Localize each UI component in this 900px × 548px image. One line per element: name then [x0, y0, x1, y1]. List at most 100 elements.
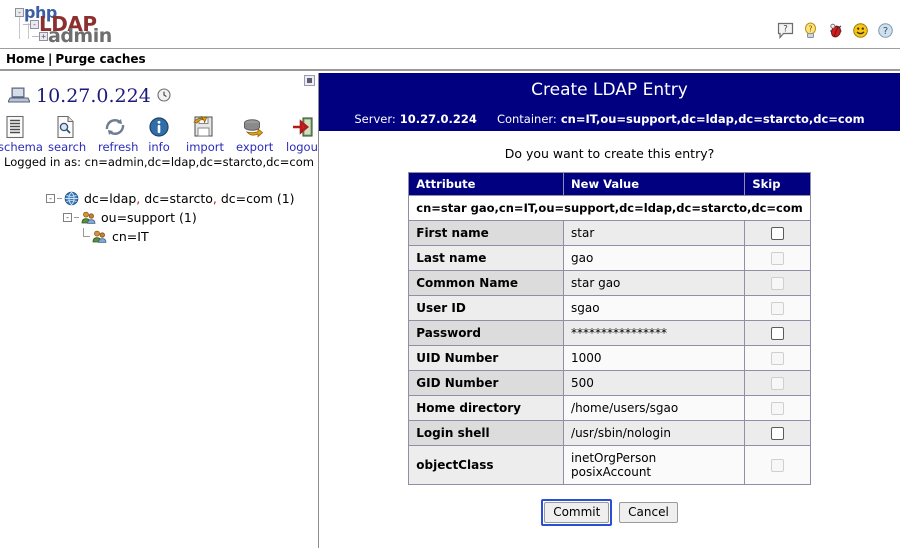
skip-checkbox[interactable] [771, 227, 785, 240]
skip-cell [744, 345, 811, 371]
toolbar-search-label: search [48, 140, 87, 154]
server-container-bar: Server: 10.27.0.224 Container: cn=IT,ou=… [319, 108, 900, 131]
toolbar-export-label: export [236, 140, 274, 154]
skip-cell [744, 395, 811, 421]
breadcrumb: Home | Purge caches [0, 49, 900, 71]
schema-document-icon [0, 114, 32, 139]
server-name-label: 10.27.0.224 [36, 85, 151, 107]
toolbar-schema-button[interactable]: schema [0, 114, 43, 154]
import-floppy-icon [186, 114, 220, 139]
sidebar-toolbar: schema search refresh info import export… [0, 114, 318, 154]
attribute-value-cell: /usr/sbin/nologin [563, 420, 746, 446]
skip-cell [744, 245, 811, 271]
table-row: GID Number 500 [408, 370, 811, 396]
table-row: Password **************** [408, 320, 811, 346]
logo-stem-2 [32, 35, 39, 37]
skip-cell [744, 420, 811, 446]
tree-node-ou-support[interactable]: - ou=support (1) [46, 208, 318, 227]
users-group-icon [92, 229, 107, 244]
entry-attributes-table: Attribute New Value Skip cn=star gao,cn=… [408, 172, 811, 485]
tree-node-cn-label: cn=IT [112, 229, 149, 244]
table-row: Login shell/usr/sbin/nologin [408, 420, 811, 446]
skip-cell [744, 370, 811, 396]
skip-checkbox [771, 252, 785, 265]
toolbar-refresh-button[interactable]: refresh [98, 114, 139, 154]
tree-expander-root-icon[interactable]: - [46, 194, 55, 203]
logo-line-admin: + admin [32, 25, 112, 47]
toolbar-search-button[interactable]: search [48, 114, 87, 154]
container-label: Container: [496, 112, 557, 126]
about-question-icon[interactable]: ? [877, 22, 894, 39]
tree-connector-cn [80, 228, 91, 241]
skip-checkbox [771, 277, 785, 290]
attribute-name-cell: GID Number [408, 370, 565, 396]
attribute-value-cell: star gao [563, 270, 746, 296]
attribute-value-cell: **************** [563, 320, 746, 346]
attribute-name-cell: objectClass [408, 445, 565, 485]
table-row: Last name gao [408, 245, 811, 271]
attribute-value-cell: star [563, 220, 746, 246]
breadcrumb-purge-caches-link[interactable]: Purge caches [55, 52, 145, 66]
toolbar-import-button[interactable]: import [186, 114, 224, 154]
attribute-name-cell: Last name [408, 245, 565, 271]
globe-icon [64, 191, 79, 206]
toolbar-schema-label: schema [0, 140, 43, 154]
smiley-face-icon[interactable] [852, 22, 869, 39]
skip-checkbox[interactable] [771, 427, 785, 440]
logo-stem-1 [23, 23, 30, 25]
tree-connector-root [57, 198, 62, 199]
breadcrumb-home-link[interactable]: Home [6, 52, 45, 66]
skip-cell [744, 295, 811, 321]
app-header: - php - LDAP + admin ? ? ? [0, 0, 900, 49]
svg-text:?: ? [783, 25, 788, 35]
table-row: First name star [408, 220, 811, 246]
logo-text-admin: admin [48, 25, 112, 47]
skip-checkbox [771, 459, 785, 472]
attribute-name-cell: First name [408, 220, 565, 246]
attribute-value-cell: 500 [563, 370, 746, 396]
header-icon-bar: ? ? ? [777, 22, 894, 39]
toolbar-logout-button[interactable]: logout [286, 114, 318, 154]
bug-report-icon[interactable] [827, 22, 844, 39]
attribute-value-cell: sgao [563, 295, 746, 321]
entry-dn: cn=star gao,cn=IT,ou=support,dc=ldap,dc=… [408, 195, 811, 221]
toolbar-info-label: info [148, 140, 170, 154]
cancel-button-wrap: Cancel [619, 502, 678, 523]
table-row: User ID sgao [408, 295, 811, 321]
tree-node-cn-it[interactable]: cn=IT [46, 227, 318, 246]
clock-icon [157, 87, 171, 105]
sidebar-collapse-widget-icon[interactable] [304, 75, 315, 86]
table-body: cn=star gao,cn=IT,ou=support,dc=ldap,dc=… [408, 195, 811, 485]
commit-button[interactable]: Commit [544, 502, 610, 523]
attribute-value-cell: 1000 [563, 345, 746, 371]
skip-cell [744, 270, 811, 296]
toolbar-refresh-label: refresh [98, 140, 139, 154]
attribute-name-cell: Login shell [408, 420, 565, 446]
cancel-button[interactable]: Cancel [619, 502, 678, 523]
ldap-tree: - dc=ldap, dc=starcto, dc=com (1) - ou=s… [0, 189, 318, 246]
column-header-new-value: New Value [563, 172, 746, 196]
column-header-attribute: Attribute [408, 172, 565, 196]
tree-node-root[interactable]: - dc=ldap, dc=starcto, dc=com (1) [46, 189, 318, 208]
skip-checkbox [771, 302, 785, 315]
hint-lightbulb-icon[interactable]: ? [802, 22, 819, 39]
table-header-row: Attribute New Value Skip [408, 172, 811, 196]
svg-text:?: ? [883, 26, 888, 37]
help-balloon-icon[interactable]: ? [777, 22, 794, 39]
commit-button-focus-ring: Commit [541, 499, 613, 526]
skip-checkbox[interactable] [771, 327, 785, 340]
tree-expander-ou-icon[interactable]: - [63, 213, 72, 222]
toolbar-export-button[interactable]: export [236, 114, 274, 154]
toolbar-info-button[interactable]: info [148, 114, 170, 154]
info-circle-icon [148, 114, 170, 139]
users-group-icon [81, 210, 96, 225]
attribute-name-cell: Common Name [408, 270, 565, 296]
table-row: objectClass inetOrgPerson posixAccount [408, 445, 811, 485]
skip-cell [744, 220, 811, 246]
breadcrumb-separator: | [47, 52, 53, 66]
attribute-name-cell: UID Number [408, 345, 565, 371]
attribute-value-cell: gao [563, 245, 746, 271]
attribute-name-cell: Password [408, 320, 565, 346]
tree-node-ou-label: ou=support (1) [101, 210, 197, 225]
table-row: Common Name star gao [408, 270, 811, 296]
